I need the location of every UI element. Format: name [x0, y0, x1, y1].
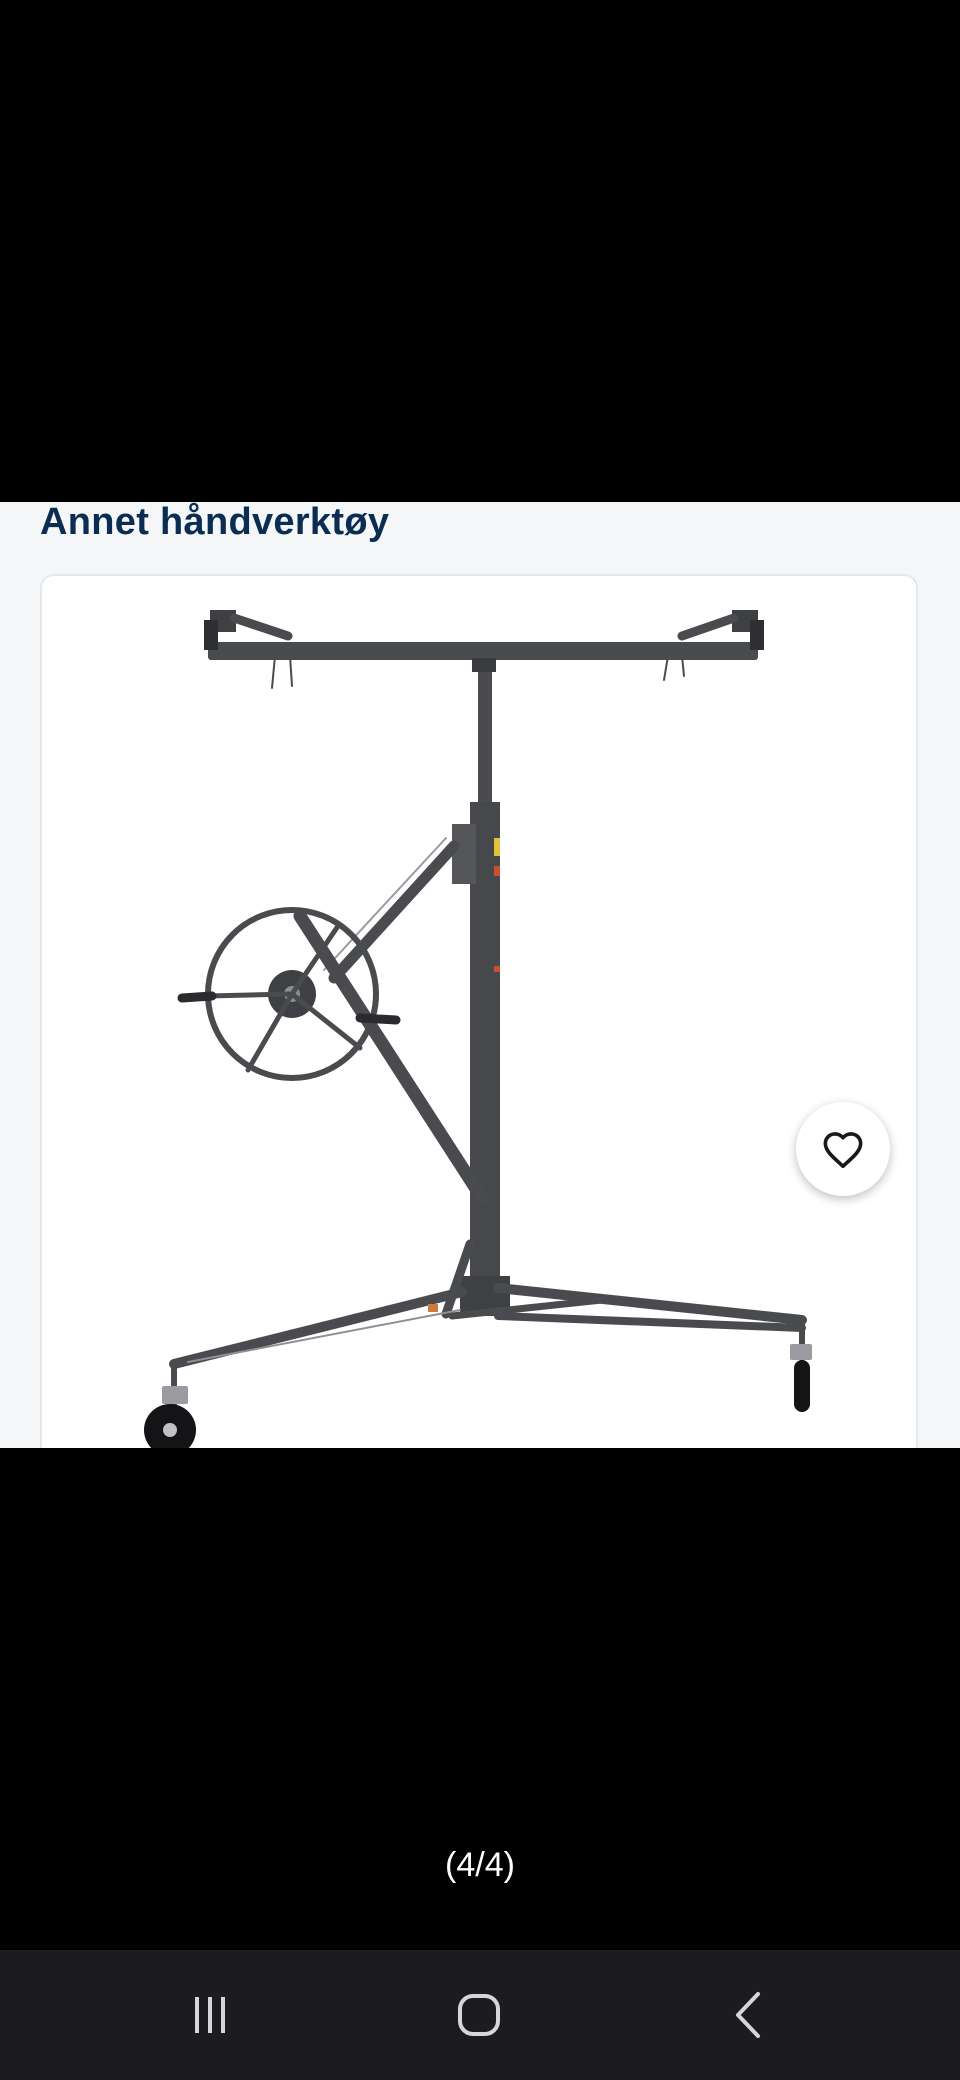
- favorite-button[interactable]: [796, 1102, 890, 1196]
- image-counter: (4/4): [445, 1846, 515, 1884]
- heart-outline-icon: [823, 1132, 863, 1169]
- product-image[interactable]: [42, 576, 918, 1448]
- back-icon: [736, 1992, 760, 2038]
- home-icon: [458, 1994, 500, 2036]
- category-title: Annet håndverktøy: [40, 502, 390, 543]
- back-button[interactable]: [688, 1972, 808, 2058]
- product-image-card[interactable]: [40, 574, 918, 1448]
- system-navigation-bar: [0, 1950, 960, 2080]
- recents-icon: [195, 1997, 225, 2033]
- recents-button[interactable]: [150, 1972, 270, 2058]
- home-button[interactable]: [419, 1972, 539, 2058]
- listing-card-region: Annet håndverktøy: [0, 502, 960, 1448]
- gallery-backdrop-top: [0, 0, 960, 502]
- screen: Annet håndverktøy (4/4): [0, 0, 960, 2080]
